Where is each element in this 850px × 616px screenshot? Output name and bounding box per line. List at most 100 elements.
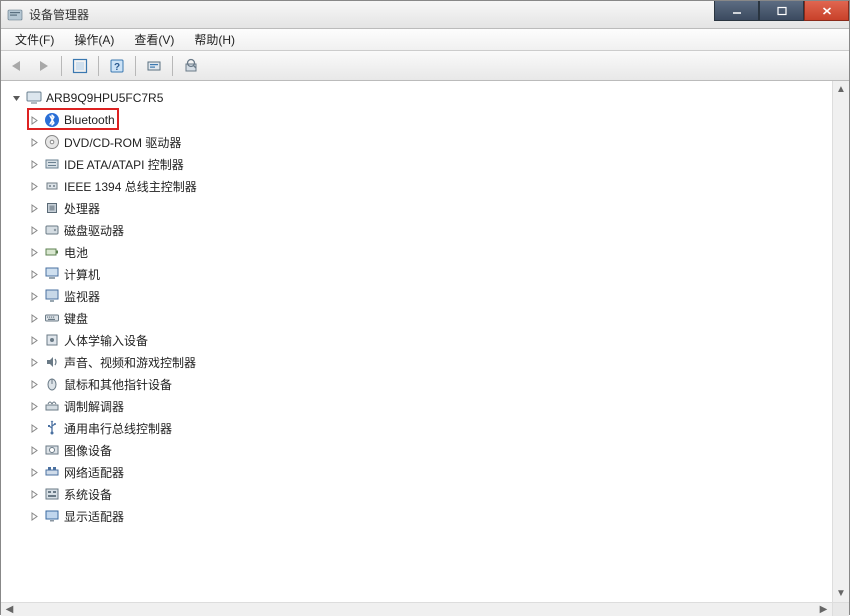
tree-item-label: 计算机 <box>64 266 100 283</box>
tree-item[interactable]: IDE ATA/ATAPI 控制器 <box>5 153 845 175</box>
menu-help[interactable]: 帮助(H) <box>184 29 245 50</box>
tree-item[interactable]: IEEE 1394 总线主控制器 <box>5 175 845 197</box>
tree-item-label: 人体学输入设备 <box>64 332 148 349</box>
ieee1394-icon <box>44 178 60 194</box>
tree-item-label: 通用串行总线控制器 <box>64 420 172 437</box>
bluetooth-icon <box>44 112 60 128</box>
expand-icon[interactable] <box>29 445 40 456</box>
tree-item[interactable]: 系统设备 <box>5 483 845 505</box>
tree-item-label: 调制解调器 <box>64 398 124 415</box>
tree-item[interactable]: 调制解调器 <box>5 395 845 417</box>
tree-item[interactable]: 显示适配器 <box>5 505 845 527</box>
tree-item[interactable]: 人体学输入设备 <box>5 329 845 351</box>
back-button[interactable] <box>5 54 29 78</box>
expand-icon[interactable] <box>29 137 40 148</box>
expand-icon[interactable] <box>29 489 40 500</box>
tree-item-label: 图像设备 <box>64 442 112 459</box>
imaging-icon <box>44 442 60 458</box>
monitor-icon <box>44 288 60 304</box>
tree-item[interactable]: 网络适配器 <box>5 461 845 483</box>
tree-item-label: 电池 <box>64 244 88 261</box>
tree-item[interactable]: 监视器 <box>5 285 845 307</box>
expand-icon[interactable] <box>29 115 40 126</box>
tree-root[interactable]: ARB9Q9HPU5FC7R5 <box>5 87 845 109</box>
expand-icon[interactable] <box>29 291 40 302</box>
expand-icon[interactable] <box>29 181 40 192</box>
vertical-scrollbar[interactable]: ▲ ▼ <box>832 81 849 602</box>
tree-item-label: IEEE 1394 总线主控制器 <box>64 178 197 195</box>
scan-hardware-button[interactable] <box>142 54 166 78</box>
tree-item[interactable]: 鼠标和其他指针设备 <box>5 373 845 395</box>
tree-item[interactable]: 计算机 <box>5 263 845 285</box>
expand-icon[interactable] <box>29 357 40 368</box>
toolbar-separator <box>172 56 173 76</box>
expand-icon[interactable] <box>29 379 40 390</box>
properties-button[interactable] <box>179 54 203 78</box>
app-icon <box>7 7 23 23</box>
sound-icon <box>44 354 60 370</box>
window-controls <box>714 1 849 21</box>
window-title: 设备管理器 <box>29 6 89 23</box>
expand-icon[interactable] <box>29 313 40 324</box>
scroll-up-icon[interactable]: ▲ <box>833 81 849 98</box>
tree-item[interactable]: 磁盘驱动器 <box>5 219 845 241</box>
mouse-icon <box>44 376 60 392</box>
expand-icon[interactable] <box>29 159 40 170</box>
tree-root-label: ARB9Q9HPU5FC7R5 <box>46 91 163 105</box>
disc-icon <box>44 134 60 150</box>
keyboard-icon <box>44 310 60 326</box>
tree-item[interactable]: 声音、视频和游戏控制器 <box>5 351 845 373</box>
expand-icon[interactable] <box>29 225 40 236</box>
tree-item[interactable]: 图像设备 <box>5 439 845 461</box>
tree-item-label: 网络适配器 <box>64 464 124 481</box>
tree-item[interactable]: DVD/CD-ROM 驱动器 <box>5 131 845 153</box>
expand-icon[interactable] <box>29 269 40 280</box>
menu-view[interactable]: 查看(V) <box>124 29 184 50</box>
ide-icon <box>44 156 60 172</box>
toolbar: ? <box>1 51 849 81</box>
disk-icon <box>44 222 60 238</box>
scroll-track[interactable] <box>18 603 815 616</box>
show-hidden-button[interactable] <box>68 54 92 78</box>
display-icon <box>44 508 60 524</box>
tree-item[interactable]: 处理器 <box>5 197 845 219</box>
expand-icon[interactable] <box>29 423 40 434</box>
cpu-icon <box>44 200 60 216</box>
menu-bar: 文件(F) 操作(A) 查看(V) 帮助(H) <box>1 29 849 51</box>
tree-item[interactable]: 电池 <box>5 241 845 263</box>
expand-icon[interactable] <box>29 467 40 478</box>
collapse-icon[interactable] <box>11 93 22 104</box>
menu-file[interactable]: 文件(F) <box>5 29 64 50</box>
horizontal-scrollbar[interactable]: ◀ ▶ <box>1 602 849 616</box>
device-tree: ARB9Q9HPU5FC7R5 Bluetooth DVD/CD-ROM 驱动器 I… <box>1 81 849 533</box>
computer-icon <box>26 90 42 106</box>
tree-item[interactable]: 键盘 <box>5 307 845 329</box>
expand-icon[interactable] <box>29 511 40 522</box>
scrollbar-corner <box>832 603 849 616</box>
tree-item-label: DVD/CD-ROM 驱动器 <box>64 134 181 151</box>
scroll-down-icon[interactable]: ▼ <box>833 585 849 602</box>
forward-button[interactable] <box>31 54 55 78</box>
close-button[interactable] <box>804 1 849 21</box>
expand-icon[interactable] <box>29 247 40 258</box>
toolbar-separator <box>135 56 136 76</box>
tree-item[interactable]: 通用串行总线控制器 <box>5 417 845 439</box>
scroll-left-icon[interactable]: ◀ <box>1 603 18 616</box>
scroll-right-icon[interactable]: ▶ <box>815 603 832 616</box>
expand-icon[interactable] <box>29 203 40 214</box>
tree-item[interactable]: Bluetooth <box>5 109 845 131</box>
minimize-button[interactable] <box>714 1 759 21</box>
usb-icon <box>44 420 60 436</box>
tree-item-label: 鼠标和其他指针设备 <box>64 376 172 393</box>
tree-item-label: Bluetooth <box>64 113 115 127</box>
battery-icon <box>44 244 60 260</box>
help-button[interactable]: ? <box>105 54 129 78</box>
maximize-button[interactable] <box>759 1 804 21</box>
expand-icon[interactable] <box>29 401 40 412</box>
toolbar-separator <box>98 56 99 76</box>
expand-icon[interactable] <box>29 335 40 346</box>
network-icon <box>44 464 60 480</box>
tree-item-label: 显示适配器 <box>64 508 124 525</box>
computer-icon <box>44 266 60 282</box>
menu-action[interactable]: 操作(A) <box>64 29 124 50</box>
